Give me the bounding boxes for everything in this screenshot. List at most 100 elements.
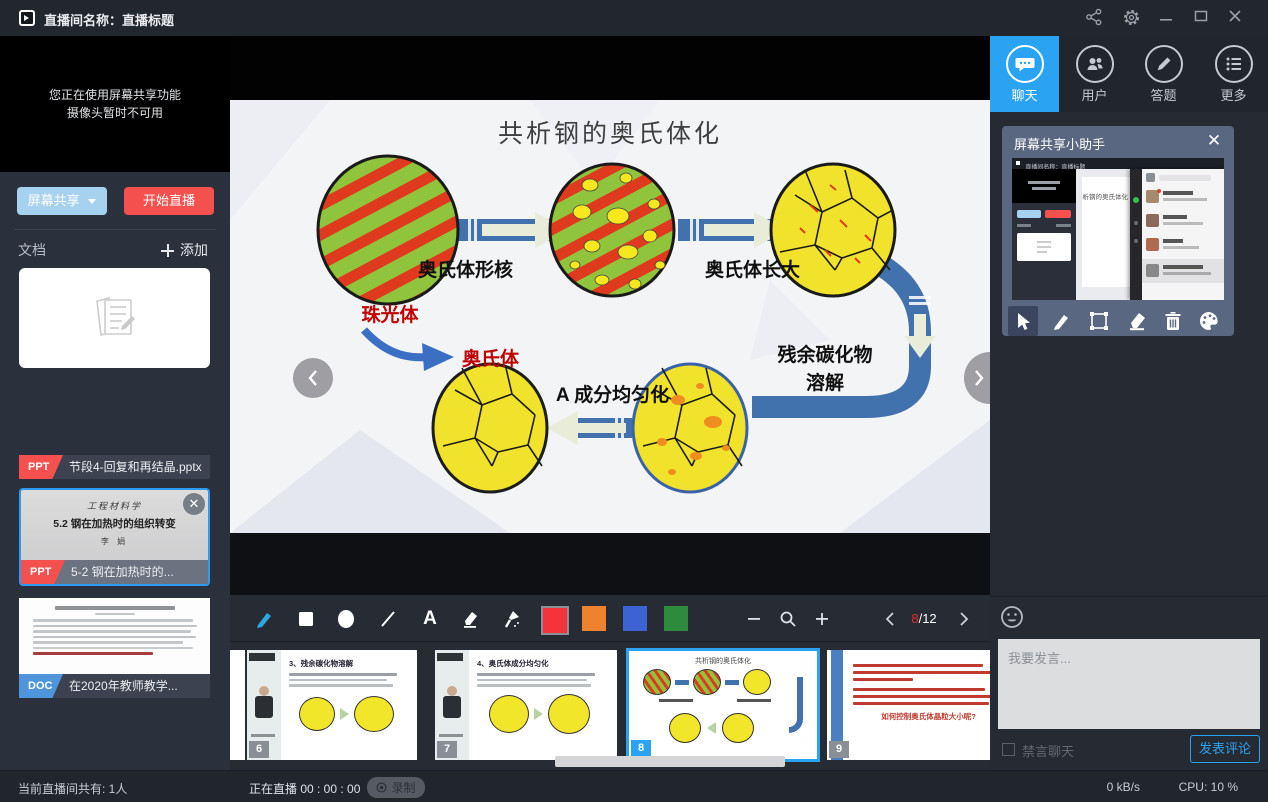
- banner: [437, 653, 463, 661]
- thumbnail-9[interactable]: 如何控制奥氏体晶粒大小呢? 9: [827, 650, 990, 760]
- color-swatch-green[interactable]: [664, 606, 688, 631]
- mini-arrow-icon: [707, 722, 716, 734]
- assistant-pen-tool-icon[interactable]: [1046, 306, 1076, 336]
- tab-chat[interactable]: 聊天: [990, 36, 1059, 112]
- text-bar: [33, 652, 153, 655]
- assistant-eraser-tool-icon[interactable]: [1122, 306, 1152, 336]
- viewer-count: 当前直播间共有: 1人: [18, 780, 127, 797]
- window-title: 直播间名称：直播标题: [44, 10, 174, 29]
- screen-share-button[interactable]: 屏幕共享: [17, 187, 107, 215]
- text-bar: [853, 695, 990, 698]
- assistant-cursor-tool-icon[interactable]: [1008, 306, 1038, 336]
- magnifier-icon[interactable]: [776, 607, 800, 631]
- screen-share-assistant-panel: 屏幕共享小助手 ✕ 直播间名称：直播标题: [1002, 126, 1234, 336]
- doc-name: 在2020年教师教学...: [69, 679, 178, 693]
- mini-stripe-circle: [643, 669, 671, 695]
- tab-label: 更多: [1199, 85, 1268, 104]
- settings-gear-icon[interactable]: [1122, 8, 1142, 28]
- mini-arrow-icon: [534, 708, 543, 720]
- chat-input-section: 禁言聊天 发表评论: [990, 596, 1268, 771]
- label-residual-1: 残余碳化物: [745, 340, 905, 367]
- mp-chat-nav: [1130, 169, 1142, 300]
- mini-grain-circle: [548, 694, 590, 734]
- prev-slide-button[interactable]: [293, 358, 333, 398]
- pen-tool-icon[interactable]: [252, 607, 276, 631]
- minimize-icon[interactable]: [1158, 8, 1178, 28]
- chat-bubble-icon: [1006, 45, 1044, 83]
- chat-message-input[interactable]: [998, 639, 1260, 729]
- annotation-toolbar: A 8/12: [230, 595, 990, 642]
- assistant-close-icon[interactable]: ✕: [1204, 131, 1224, 151]
- label-austenite: 奥氏体: [433, 344, 548, 371]
- zoom-in-icon[interactable]: [810, 607, 834, 631]
- mini-diagram-row2: [669, 713, 754, 743]
- label-growth: 奥氏体长大: [665, 255, 840, 282]
- divider: [14, 229, 216, 230]
- thumbnail-7[interactable]: 4、奥氏体成分均匀化 7: [435, 650, 617, 760]
- text-bar: [477, 679, 587, 682]
- dropdown-caret-icon: [88, 199, 96, 204]
- post-comment-button[interactable]: 发表评论: [1190, 735, 1260, 763]
- doc-item-1[interactable]: PPT 节段4-回复和再结晶.pptx: [19, 455, 210, 479]
- text-bar: [1017, 224, 1031, 227]
- label-nucleation: 奥氏体形核: [378, 255, 553, 282]
- doc-item-3[interactable]: DOC 在2020年教师教学...: [19, 598, 210, 698]
- tab-quiz[interactable]: 答题: [1129, 36, 1198, 112]
- add-document-button[interactable]: 添加: [161, 240, 208, 260]
- mini-diagram: [489, 694, 611, 734]
- thumb-heading: 4、奥氏体成分均匀化: [477, 658, 611, 669]
- line-tool-icon[interactable]: [376, 607, 400, 631]
- ellipse-tool-icon[interactable]: [334, 607, 358, 631]
- emoji-icon[interactable]: [1000, 605, 1024, 629]
- text-bar: [33, 647, 193, 650]
- tab-more[interactable]: 更多: [1199, 36, 1268, 112]
- close-icon[interactable]: [1227, 8, 1247, 28]
- next-page-icon[interactable]: [952, 607, 976, 631]
- docs-header: 文档: [18, 240, 46, 260]
- zoom-out-icon[interactable]: [742, 607, 766, 631]
- tab-users[interactable]: 用户: [1060, 36, 1129, 112]
- stage-background-top: [230, 36, 990, 100]
- thumb-heading: 3、残余碳化物溶解: [289, 658, 411, 669]
- document-placeholder-card[interactable]: [19, 268, 210, 368]
- color-swatch-orange[interactable]: [582, 606, 606, 631]
- app-logo-icon: [19, 10, 35, 26]
- left-sidebar: 您正在使用屏幕共享功能 摄像头暂时不可用 屏幕共享 开始直播 文档 添加: [0, 36, 230, 770]
- start-live-button[interactable]: 开始直播: [124, 187, 214, 215]
- text-bar: [477, 684, 591, 687]
- mini-grain-circle: [299, 697, 335, 731]
- mute-chat-checkbox[interactable]: [1002, 743, 1015, 756]
- thumbnail-5-sliver[interactable]: [230, 650, 245, 760]
- assistant-rect-tool-icon[interactable]: [1084, 306, 1114, 336]
- share-icon[interactable]: [1085, 8, 1105, 28]
- rectangle-tool-icon[interactable]: [294, 607, 318, 631]
- remove-doc-icon[interactable]: ✕: [183, 493, 205, 515]
- color-swatch-blue[interactable]: [623, 606, 647, 631]
- thumbnail-6[interactable]: 3、残余碳化物溶解 6: [247, 650, 417, 760]
- mp-sidebar: [1012, 169, 1076, 300]
- tab-bar: 聊天 用户 答题 更多: [990, 36, 1268, 112]
- assistant-palette-icon[interactable]: [1194, 306, 1224, 336]
- mp-camera: [1012, 169, 1076, 203]
- maximize-icon[interactable]: [1193, 8, 1213, 28]
- live-stream-app: 直播间名称：直播标题 您正在使用屏幕共享功能 摄像头暂时不可用 屏幕共享: [0, 0, 1268, 802]
- slide-canvas[interactable]: 共析钢的奥氏体化 珠光体 奥氏体形核 奥氏体长大 残余碳化物 溶解 奥氏体 A …: [230, 100, 990, 533]
- tab-label: 答题: [1129, 85, 1198, 104]
- doc-badge: DOC: [19, 674, 63, 698]
- thumbnail-8-selected[interactable]: 共析钢的奥氏体化 8: [626, 648, 820, 762]
- thumbnail-page-badge: 7: [437, 741, 457, 758]
- text-bar: [289, 673, 397, 676]
- thumbnail-scrollbar[interactable]: [555, 756, 785, 767]
- text-tool-icon[interactable]: A: [418, 607, 442, 631]
- thumb-author: 李 娟: [21, 536, 208, 547]
- doc-item-2-selected[interactable]: 工程材料学 5.2 钢在加热时的组织转变 李 娟 ✕ PPT 5-2 钢在加热时…: [19, 488, 210, 586]
- color-swatch-red[interactable]: [541, 606, 569, 635]
- text-bar: [659, 699, 693, 702]
- titlebar: 直播间名称：直播标题: [0, 0, 1268, 36]
- eraser-tool-icon[interactable]: [458, 607, 482, 631]
- thumbnail-page-badge: 6: [249, 741, 269, 758]
- record-button[interactable]: 录制: [367, 777, 425, 798]
- assistant-trash-icon[interactable]: [1158, 306, 1188, 336]
- laser-brush-tool-icon[interactable]: [500, 607, 524, 631]
- mp-chat-row: [1144, 211, 1224, 232]
